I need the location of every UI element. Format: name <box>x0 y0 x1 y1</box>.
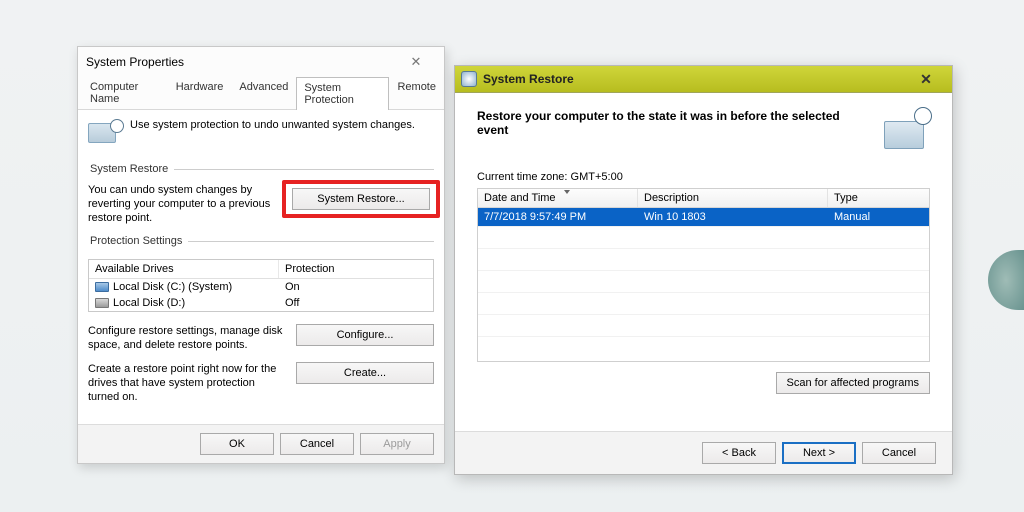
close-icon[interactable]: ✕ <box>906 71 946 88</box>
restore-points-table[interactable]: Date and Time Description Type 7/7/2018 … <box>477 188 930 362</box>
intro-text: Use system protection to undo unwanted s… <box>130 119 415 131</box>
system-restore-button[interactable]: System Restore... <box>292 188 430 210</box>
restore-description: You can undo system changes by reverting… <box>88 183 274 225</box>
back-button[interactable]: < Back <box>702 442 776 464</box>
create-description: Create a restore point right now for the… <box>88 362 288 404</box>
dialog-footer: OK Cancel Apply <box>78 424 444 463</box>
drive-protection: Off <box>285 297 299 309</box>
configure-button[interactable]: Configure... <box>296 324 434 346</box>
tab-remote[interactable]: Remote <box>389 76 444 109</box>
cell-datetime: 7/7/2018 9:57:49 PM <box>478 210 638 224</box>
wizard-footer: < Back Next > Cancel <box>455 431 952 474</box>
tab-computer-name[interactable]: Computer Name <box>82 76 168 109</box>
restore-point-row[interactable]: 7/7/2018 9:57:49 PM Win 10 1803 Manual <box>478 208 929 226</box>
window-title: System Properties <box>86 55 396 69</box>
drive-name: Local Disk (C:) (System) <box>113 281 232 293</box>
legend-protection-settings: Protection Settings <box>88 235 188 247</box>
group-system-restore: System Restore You can undo system chang… <box>88 163 434 225</box>
scan-affected-button[interactable]: Scan for affected programs <box>776 372 930 394</box>
tab-advanced[interactable]: Advanced <box>231 76 296 109</box>
col-protection: Protection <box>279 260 341 278</box>
disk-icon <box>95 282 109 292</box>
titlebar[interactable]: System Restore ✕ <box>455 66 952 93</box>
drive-row[interactable]: Local Disk (D:) Off <box>89 295 433 311</box>
system-restore-wizard: System Restore ✕ Restore your computer t… <box>454 65 953 475</box>
system-protection-icon <box>88 119 122 153</box>
wizard-heading: Restore your computer to the state it wa… <box>477 109 874 137</box>
cancel-button[interactable]: Cancel <box>862 442 936 464</box>
group-protection-settings: Protection Settings Available Drives Pro… <box>88 235 434 404</box>
sort-descending-icon <box>564 190 570 194</box>
col-date-time[interactable]: Date and Time <box>478 189 638 207</box>
next-button[interactable]: Next > <box>782 442 856 464</box>
timezone-label: Current time zone: GMT+5:00 <box>477 171 930 183</box>
drive-row[interactable]: Local Disk (C:) (System) On <box>89 279 433 295</box>
drive-protection: On <box>285 281 300 293</box>
configure-description: Configure restore settings, manage disk … <box>88 324 288 352</box>
cell-type: Manual <box>828 210 929 224</box>
close-icon[interactable]: ✕ <box>396 54 436 70</box>
partial-hand-graphic <box>988 250 1024 310</box>
create-button[interactable]: Create... <box>296 362 434 384</box>
cancel-button[interactable]: Cancel <box>280 433 354 455</box>
cell-description: Win 10 1803 <box>638 210 828 224</box>
highlight-annotation: System Restore... <box>282 180 440 218</box>
system-restore-icon <box>884 109 930 149</box>
tab-hardware[interactable]: Hardware <box>168 76 232 109</box>
tab-system-protection[interactable]: System Protection <box>296 77 389 110</box>
tab-strip: Computer Name Hardware Advanced System P… <box>78 76 444 110</box>
ok-button[interactable]: OK <box>200 433 274 455</box>
col-description[interactable]: Description <box>638 189 828 207</box>
window-title: System Restore <box>483 72 900 86</box>
col-type[interactable]: Type <box>828 189 929 207</box>
apply-button: Apply <box>360 433 434 455</box>
disk-icon <box>95 298 109 308</box>
legend-system-restore: System Restore <box>88 163 174 175</box>
titlebar[interactable]: System Properties ✕ <box>78 47 444 76</box>
system-properties-dialog: System Properties ✕ Computer Name Hardwa… <box>77 46 445 464</box>
drives-list[interactable]: Available Drives Protection Local Disk (… <box>88 259 434 312</box>
col-available-drives: Available Drives <box>89 260 279 278</box>
restore-icon <box>461 71 477 87</box>
drive-name: Local Disk (D:) <box>113 297 185 309</box>
